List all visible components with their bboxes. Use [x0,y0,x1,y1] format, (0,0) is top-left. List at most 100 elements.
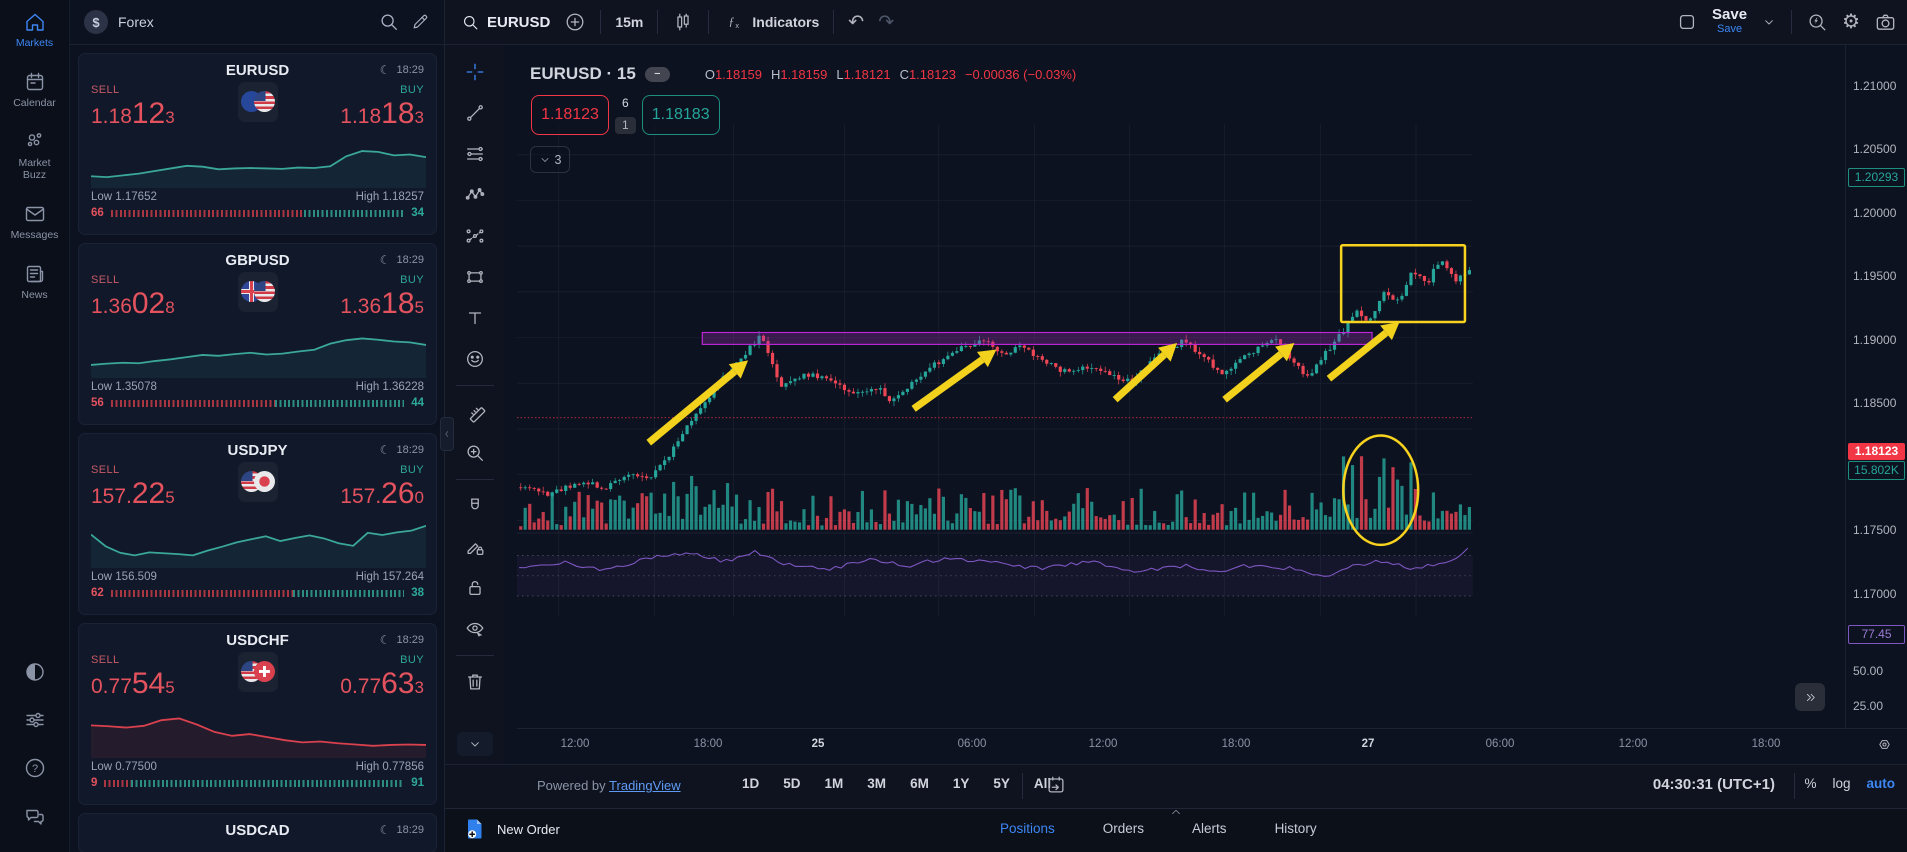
watchlist-collapse-button[interactable] [440,417,454,451]
drawings-count-button[interactable]: 3 [530,146,570,173]
buy-button[interactable]: 1.18183 [641,95,720,135]
lot-value[interactable]: 1 [615,117,636,134]
tool-rectangle[interactable] [458,260,492,294]
sell-price-button[interactable]: 1.36028 [91,289,175,324]
moon-icon: ☾ [379,63,391,77]
watchlist-card-usdjpy[interactable]: USDJPY ☾ 18:29 SELL BUY 157.225 157.260 Lo… [78,433,437,615]
percent-scale-button[interactable]: % [1804,776,1816,791]
interval-button[interactable]: 15m [615,14,643,30]
watchlist-card-usdchf[interactable]: USDCHF ☾ 18:29 SELL BUY 0.77545 0.77633 Lo… [78,623,437,805]
search-icon[interactable] [378,11,400,33]
moon-icon: ☾ [379,253,391,267]
redo-icon[interactable]: ↷ [878,11,894,34]
card-high: High 1.18257 [355,191,424,203]
pane-expand-button[interactable] [1795,683,1825,711]
symbol-search-button[interactable]: EURUSD [461,13,550,32]
tool-drawing-lock[interactable] [458,530,492,564]
tool-trend-line[interactable] [458,96,492,130]
sidebar-item-messages[interactable]: Messages [0,202,70,241]
help-button[interactable]: ? [23,756,47,780]
clock-timezone[interactable]: 04:30:31 (UTC+1) [1653,776,1775,793]
sentiment-sell-pct: 56 [91,397,104,409]
tab-history[interactable]: History [1275,821,1317,836]
legend-change: −0.00036 (−0.03%) [964,66,1077,82]
tool-ruler[interactable] [458,395,492,429]
panel-expand-chevron-icon[interactable] [1169,807,1183,817]
new-order-label: New Order [497,821,560,837]
watchlist-card-eurusd[interactable]: EURUSD ☾ 18:29 SELL BUY 1.18123 1.18183 Lo… [78,53,437,235]
tradingview-link[interactable]: TradingView [609,778,681,793]
quick-search-icon[interactable] [1806,11,1828,33]
compare-add-icon[interactable] [564,11,586,33]
buy-price-button[interactable]: 157.260 [340,479,424,514]
save-menu-chevron-icon[interactable] [1761,14,1777,30]
range-5y-button[interactable]: 5Y [984,773,1019,794]
new-order-button[interactable]: New Order [463,817,560,841]
envelope-icon [23,202,47,226]
legend-hide-icon[interactable]: − [644,66,670,82]
sell-price-button[interactable]: 0.77545 [91,669,175,704]
sell-button[interactable]: 1.18123 [531,95,609,135]
undo-icon[interactable]: ↶ [848,11,864,34]
legend-symbol-interval[interactable]: EURUSD · 15 [530,64,636,84]
range-6m-button[interactable]: 6M [901,773,938,794]
log-scale-button[interactable]: log [1832,776,1850,791]
save-button[interactable]: Save Save [1712,7,1747,36]
tab-positions[interactable]: Positions [1000,821,1055,836]
tool-emoji[interactable] [458,342,492,376]
range-1d-button[interactable]: 1D [733,773,768,794]
sidebar-item-news[interactable]: News [0,262,70,301]
buy-price-button[interactable]: 1.18183 [340,99,424,134]
tool-text[interactable] [458,301,492,335]
time-axis[interactable]: 12:00 18:00 25 06:00 12:00 18:00 27 06:00 12:00 1… [517,728,1907,764]
screenshot-camera-icon[interactable] [1874,11,1897,34]
settings-gear-icon[interactable]: ⚙ [1842,12,1860,32]
tool-zoom-in[interactable] [458,436,492,470]
tab-alerts[interactable]: Alerts [1192,821,1227,836]
watchlist-card-gbpusd[interactable]: GBPUSD ☾ 18:29 SELL BUY 1.36028 1.36185 Lo… [78,243,437,425]
toolbar-collapse-button[interactable] [457,732,493,756]
sidebar-item-markets[interactable]: Markets [0,10,70,49]
forex-group-icon[interactable]: $ [84,10,108,34]
watchlist-card-usdcad[interactable]: USDCAD ☾ 18:29 [78,813,437,852]
chart-style-icon[interactable] [672,11,694,33]
range-1m-button[interactable]: 1M [816,773,853,794]
tool-forecast[interactable] [458,219,492,253]
tool-magnet[interactable] [458,489,492,523]
buy-price-button[interactable]: 1.36185 [340,289,424,324]
buy-price-button[interactable]: 0.77633 [340,669,424,704]
watchlist-group-title[interactable]: Forex [118,14,154,30]
tool-lock-all[interactable] [458,571,492,605]
price-tick: 1.19000 [1853,333,1897,347]
layout-icon[interactable] [1676,11,1698,33]
range-5d-button[interactable]: 5D [774,773,809,794]
pair-flags [237,652,278,692]
mini-sparkline [91,518,426,568]
tool-trash[interactable] [458,665,492,699]
sell-price-button[interactable]: 1.18123 [91,99,175,134]
sidebar-item-calendar[interactable]: Calendar [0,70,70,109]
sentiment-buy-pct: 91 [411,777,424,789]
price-axis[interactable]: 1.21000 1.20500 1.20000 1.19500 1.19000 1.185… [1845,45,1907,728]
tool-crosshair[interactable] [458,55,492,89]
tool-xabcd-pattern[interactable] [458,178,492,212]
card-high: High 0.77856 [355,761,424,773]
candlestick-chart[interactable] [517,45,1845,728]
sidebar-item-market-buzz[interactable]: Market Buzz [0,130,70,181]
tool-hide-drawings[interactable] [458,612,492,646]
sell-price-button[interactable]: 157.225 [91,479,175,514]
chat-button[interactable] [23,804,47,828]
range-3m-button[interactable]: 3M [858,773,895,794]
tab-orders[interactable]: Orders [1103,821,1144,836]
preferences-button[interactable] [23,708,47,732]
theme-toggle-button[interactable] [23,660,47,684]
goto-date-icon[interactable] [1045,774,1067,796]
auto-scale-button[interactable]: auto [1867,776,1896,791]
symbol-search-value: EURUSD [487,13,551,31]
edit-watchlist-icon[interactable] [410,12,430,32]
indicators-button[interactable]: ƒx Indicators [723,11,819,33]
range-1y-button[interactable]: 1Y [944,773,979,794]
axis-settings-icon[interactable] [1876,736,1893,753]
tool-fib-retracement[interactable] [458,137,492,171]
watchlist-cards: EURUSD ☾ 18:29 SELL BUY 1.18123 1.18183 Lo… [78,53,437,852]
